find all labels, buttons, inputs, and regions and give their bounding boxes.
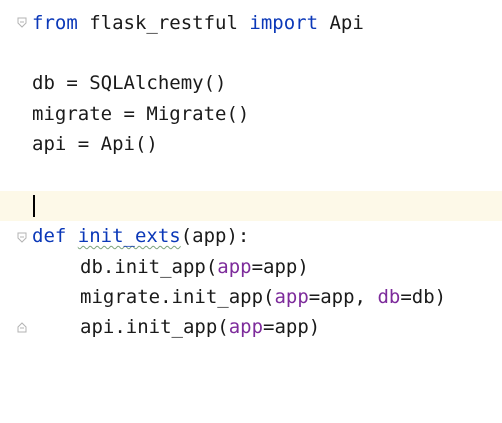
keyword-argument: db (377, 286, 401, 308)
call-expression: api.init_app( (80, 316, 229, 338)
module-name: flask_restful (89, 12, 238, 34)
call-expression: db.init_app( (80, 256, 218, 278)
code-line[interactable]: def init_exts(app): (32, 221, 249, 251)
current-line-highlight (0, 191, 502, 221)
code-line[interactable]: api = Api() (32, 129, 158, 159)
code-line[interactable]: db.init_app(app=app) (80, 252, 309, 282)
code-line[interactable]: api.init_app(app=app) (80, 312, 320, 342)
fold-marker-icon[interactable] (17, 17, 27, 28)
keyword: import (249, 12, 319, 34)
function-args: (app): (180, 225, 250, 247)
argument-value: =app) (251, 256, 309, 278)
partially-visible-line (0, 0, 502, 6)
code-line[interactable]: from flask_restful import Api (32, 8, 364, 38)
function-name: init_exts (77, 225, 181, 247)
code-editor[interactable]: from flask_restful import Api db = SQLAl… (0, 0, 502, 423)
code-line[interactable]: migrate = Migrate() (32, 99, 249, 129)
keyword-argument: app (274, 286, 309, 308)
code-line[interactable]: migrate.init_app(app=app, db=db) (80, 282, 446, 312)
imported-name: Api (329, 12, 364, 34)
text-caret-icon (33, 195, 35, 217)
keyword: def (32, 225, 67, 247)
argument-value: =db) (400, 286, 447, 308)
argument-value: =app) (263, 316, 321, 338)
keyword-argument: app (228, 316, 264, 338)
keyword-argument: app (217, 256, 252, 278)
call-expression: migrate.init_app( (80, 286, 275, 308)
keyword: from (32, 12, 78, 34)
argument-value: =app, (308, 286, 378, 308)
code-line[interactable]: db = SQLAlchemy() (32, 68, 226, 98)
fold-end-icon[interactable] (17, 322, 27, 333)
fold-marker-icon[interactable] (17, 232, 27, 243)
